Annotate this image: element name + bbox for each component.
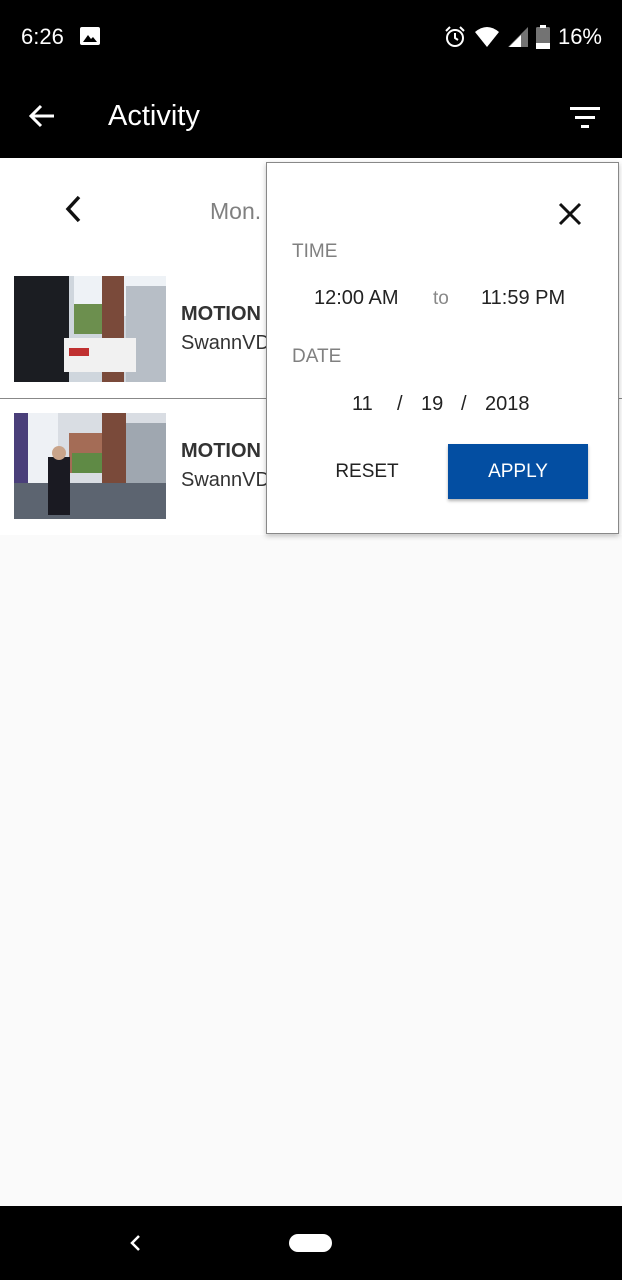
time-to-word: to bbox=[433, 288, 449, 309]
date-day-field[interactable]: 19 bbox=[421, 393, 443, 416]
apply-button[interactable]: APPLY bbox=[448, 444, 588, 499]
date-section-label: DATE bbox=[292, 346, 342, 367]
chevron-left-icon[interactable] bbox=[62, 194, 84, 224]
app-bar: Activity bbox=[0, 76, 622, 158]
status-time: 6:26 bbox=[21, 24, 64, 49]
nav-back-icon[interactable] bbox=[128, 1233, 142, 1253]
time-to-field[interactable]: 11:59 PM bbox=[481, 287, 565, 310]
filter-icon[interactable] bbox=[570, 104, 600, 130]
date-label: Mon. bbox=[210, 198, 262, 224]
status-icons: 16% bbox=[444, 24, 602, 50]
event-thumbnail[interactable] bbox=[14, 413, 166, 519]
event-type: MOTION bbox=[181, 440, 261, 462]
date-separator: / bbox=[397, 393, 403, 415]
close-icon[interactable] bbox=[557, 201, 583, 227]
event-type: MOTION bbox=[181, 303, 261, 325]
system-navigation-bar bbox=[0, 1206, 622, 1280]
battery-icon bbox=[535, 25, 550, 49]
time-from-field[interactable]: 12:00 AM bbox=[314, 287, 399, 310]
battery-percentage: 16% bbox=[557, 24, 602, 49]
image-notification-icon bbox=[80, 27, 100, 45]
filter-popup: TIME 12:00 AM to 11:59 PM DATE 11 / 19 /… bbox=[266, 162, 619, 534]
wifi-icon bbox=[474, 27, 499, 47]
event-device: SwannVD bbox=[181, 469, 270, 491]
reset-button[interactable]: RESET bbox=[317, 445, 417, 499]
date-month-field[interactable]: 11 bbox=[352, 393, 373, 416]
cell-signal-icon bbox=[507, 27, 528, 47]
home-pill-button[interactable] bbox=[289, 1234, 332, 1252]
event-thumbnail[interactable] bbox=[14, 276, 166, 382]
status-bar: 6:26 16% bbox=[0, 0, 622, 76]
back-arrow-icon[interactable] bbox=[28, 102, 56, 130]
event-device: SwannVD bbox=[181, 332, 270, 354]
time-section-label: TIME bbox=[292, 241, 338, 262]
date-separator: / bbox=[461, 393, 467, 415]
page-title: Activity bbox=[108, 100, 200, 132]
alarm-icon bbox=[445, 26, 465, 47]
date-year-field[interactable]: 2018 bbox=[485, 393, 530, 416]
